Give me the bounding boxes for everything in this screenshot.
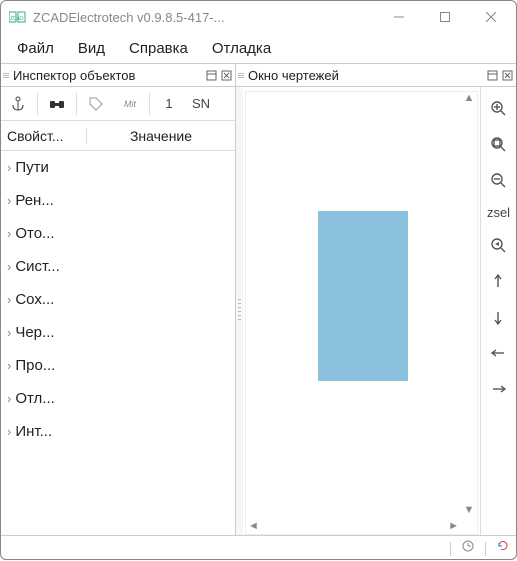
- tree-row[interactable]: ›Сох...: [1, 283, 235, 316]
- panel-close-button[interactable]: [219, 68, 233, 82]
- view-top-icon[interactable]: [488, 270, 510, 292]
- zoom-previous-icon[interactable]: [488, 234, 510, 256]
- svg-text:ZCAD: ZCAD: [10, 16, 24, 22]
- minimize-button[interactable]: [376, 1, 422, 33]
- vertical-scrollbar[interactable]: ▲ ▼: [461, 92, 477, 516]
- window-title: ZCADElectrotech v0.9.8.5-417-...: [33, 10, 376, 25]
- close-button[interactable]: [468, 1, 514, 33]
- drawing-canvas[interactable]: ▲ ▼ ◄ ►: [245, 91, 478, 535]
- panel-grip-icon[interactable]: [1, 71, 11, 80]
- right-toolbar: zsel: [480, 87, 516, 535]
- zoom-selection-button[interactable]: zsel: [487, 205, 510, 220]
- menu-help[interactable]: Справка: [117, 36, 200, 61]
- page-number[interactable]: 1: [152, 89, 186, 119]
- inspector-toolbar: Mit 1 SN: [1, 87, 235, 121]
- panel-grip-icon[interactable]: [236, 71, 246, 80]
- separator: [450, 542, 451, 556]
- inspector-panel-title: Инспектор объектов: [11, 68, 204, 83]
- column-value[interactable]: Значение: [87, 128, 235, 144]
- panel-close-button[interactable]: [500, 68, 514, 82]
- separator: [37, 93, 38, 115]
- chevron-right-icon: ›: [7, 160, 11, 175]
- separator: [76, 93, 77, 115]
- view-bottom-icon[interactable]: [488, 306, 510, 328]
- inspector-panel: Mit 1 SN Свойст... Значение ›Пути ›Рен..…: [1, 87, 236, 535]
- separator: [149, 93, 150, 115]
- tree-row[interactable]: ›Инт...: [1, 415, 235, 448]
- scroll-left-icon[interactable]: ◄: [248, 520, 259, 532]
- main-area: Mit 1 SN Свойст... Значение ›Пути ›Рен..…: [1, 87, 516, 535]
- zoom-fit-icon[interactable]: [488, 133, 510, 155]
- column-property[interactable]: Свойст...: [1, 128, 87, 144]
- refresh-icon[interactable]: [496, 539, 510, 558]
- tree-row[interactable]: ›Чер...: [1, 316, 235, 349]
- maximize-button[interactable]: [422, 1, 468, 33]
- rectangle-shape[interactable]: [318, 211, 408, 381]
- chevron-right-icon: ›: [7, 358, 11, 373]
- binoculars-icon[interactable]: [40, 89, 74, 119]
- tree-row[interactable]: ›Ото...: [1, 217, 235, 250]
- tree-row[interactable]: ›Отл...: [1, 382, 235, 415]
- chevron-right-icon: ›: [7, 325, 11, 340]
- inspector-tree: ›Пути ›Рен... ›Ото... ›Сист... ›Сох... ›…: [1, 151, 235, 535]
- inspector-table-header: Свойст... Значение: [1, 121, 235, 151]
- panel-dock-button[interactable]: [204, 68, 218, 82]
- splitter-vertical[interactable]: [236, 87, 243, 535]
- chevron-right-icon: ›: [7, 193, 11, 208]
- chevron-right-icon: ›: [7, 226, 11, 241]
- menu-debug[interactable]: Отладка: [200, 36, 283, 61]
- panels-header: Инспектор объектов Окно чертежей: [1, 63, 516, 87]
- app-icon: ZCAD: [9, 10, 27, 24]
- drawing-panel-title: Окно чертежей: [246, 68, 485, 83]
- menu-file[interactable]: Файл: [5, 36, 66, 61]
- anchor-icon[interactable]: [1, 89, 35, 119]
- menu-bar: Файл Вид Справка Отладка: [1, 33, 516, 63]
- scroll-right-icon[interactable]: ►: [448, 520, 459, 532]
- tree-row[interactable]: ›Пути: [1, 151, 235, 184]
- sn-label[interactable]: SN: [186, 89, 216, 119]
- panel-dock-button[interactable]: [485, 68, 499, 82]
- view-right-icon[interactable]: [488, 378, 510, 400]
- drawing-panel: ▲ ▼ ◄ ►: [243, 87, 480, 535]
- scroll-down-icon[interactable]: ▼: [464, 504, 475, 516]
- history-icon[interactable]: [461, 539, 475, 558]
- chevron-right-icon: ›: [7, 259, 11, 274]
- status-bar: [1, 535, 516, 561]
- tag-icon[interactable]: [79, 89, 113, 119]
- tree-row[interactable]: ›Сист...: [1, 250, 235, 283]
- menu-view[interactable]: Вид: [66, 36, 117, 61]
- tree-row[interactable]: ›Рен...: [1, 184, 235, 217]
- chevron-right-icon: ›: [7, 292, 11, 307]
- zoom-out-icon[interactable]: [488, 169, 510, 191]
- chevron-right-icon: ›: [7, 424, 11, 439]
- chevron-right-icon: ›: [7, 391, 11, 406]
- title-bar: ZCAD ZCADElectrotech v0.9.8.5-417-...: [1, 1, 516, 33]
- zoom-in-icon[interactable]: [488, 97, 510, 119]
- separator: [485, 542, 486, 556]
- tree-row[interactable]: ›Про...: [1, 349, 235, 382]
- view-left-icon[interactable]: [488, 342, 510, 364]
- scroll-up-icon[interactable]: ▲: [464, 92, 475, 104]
- horizontal-scrollbar[interactable]: ◄ ►: [246, 518, 461, 534]
- mit-icon[interactable]: Mit: [113, 89, 147, 119]
